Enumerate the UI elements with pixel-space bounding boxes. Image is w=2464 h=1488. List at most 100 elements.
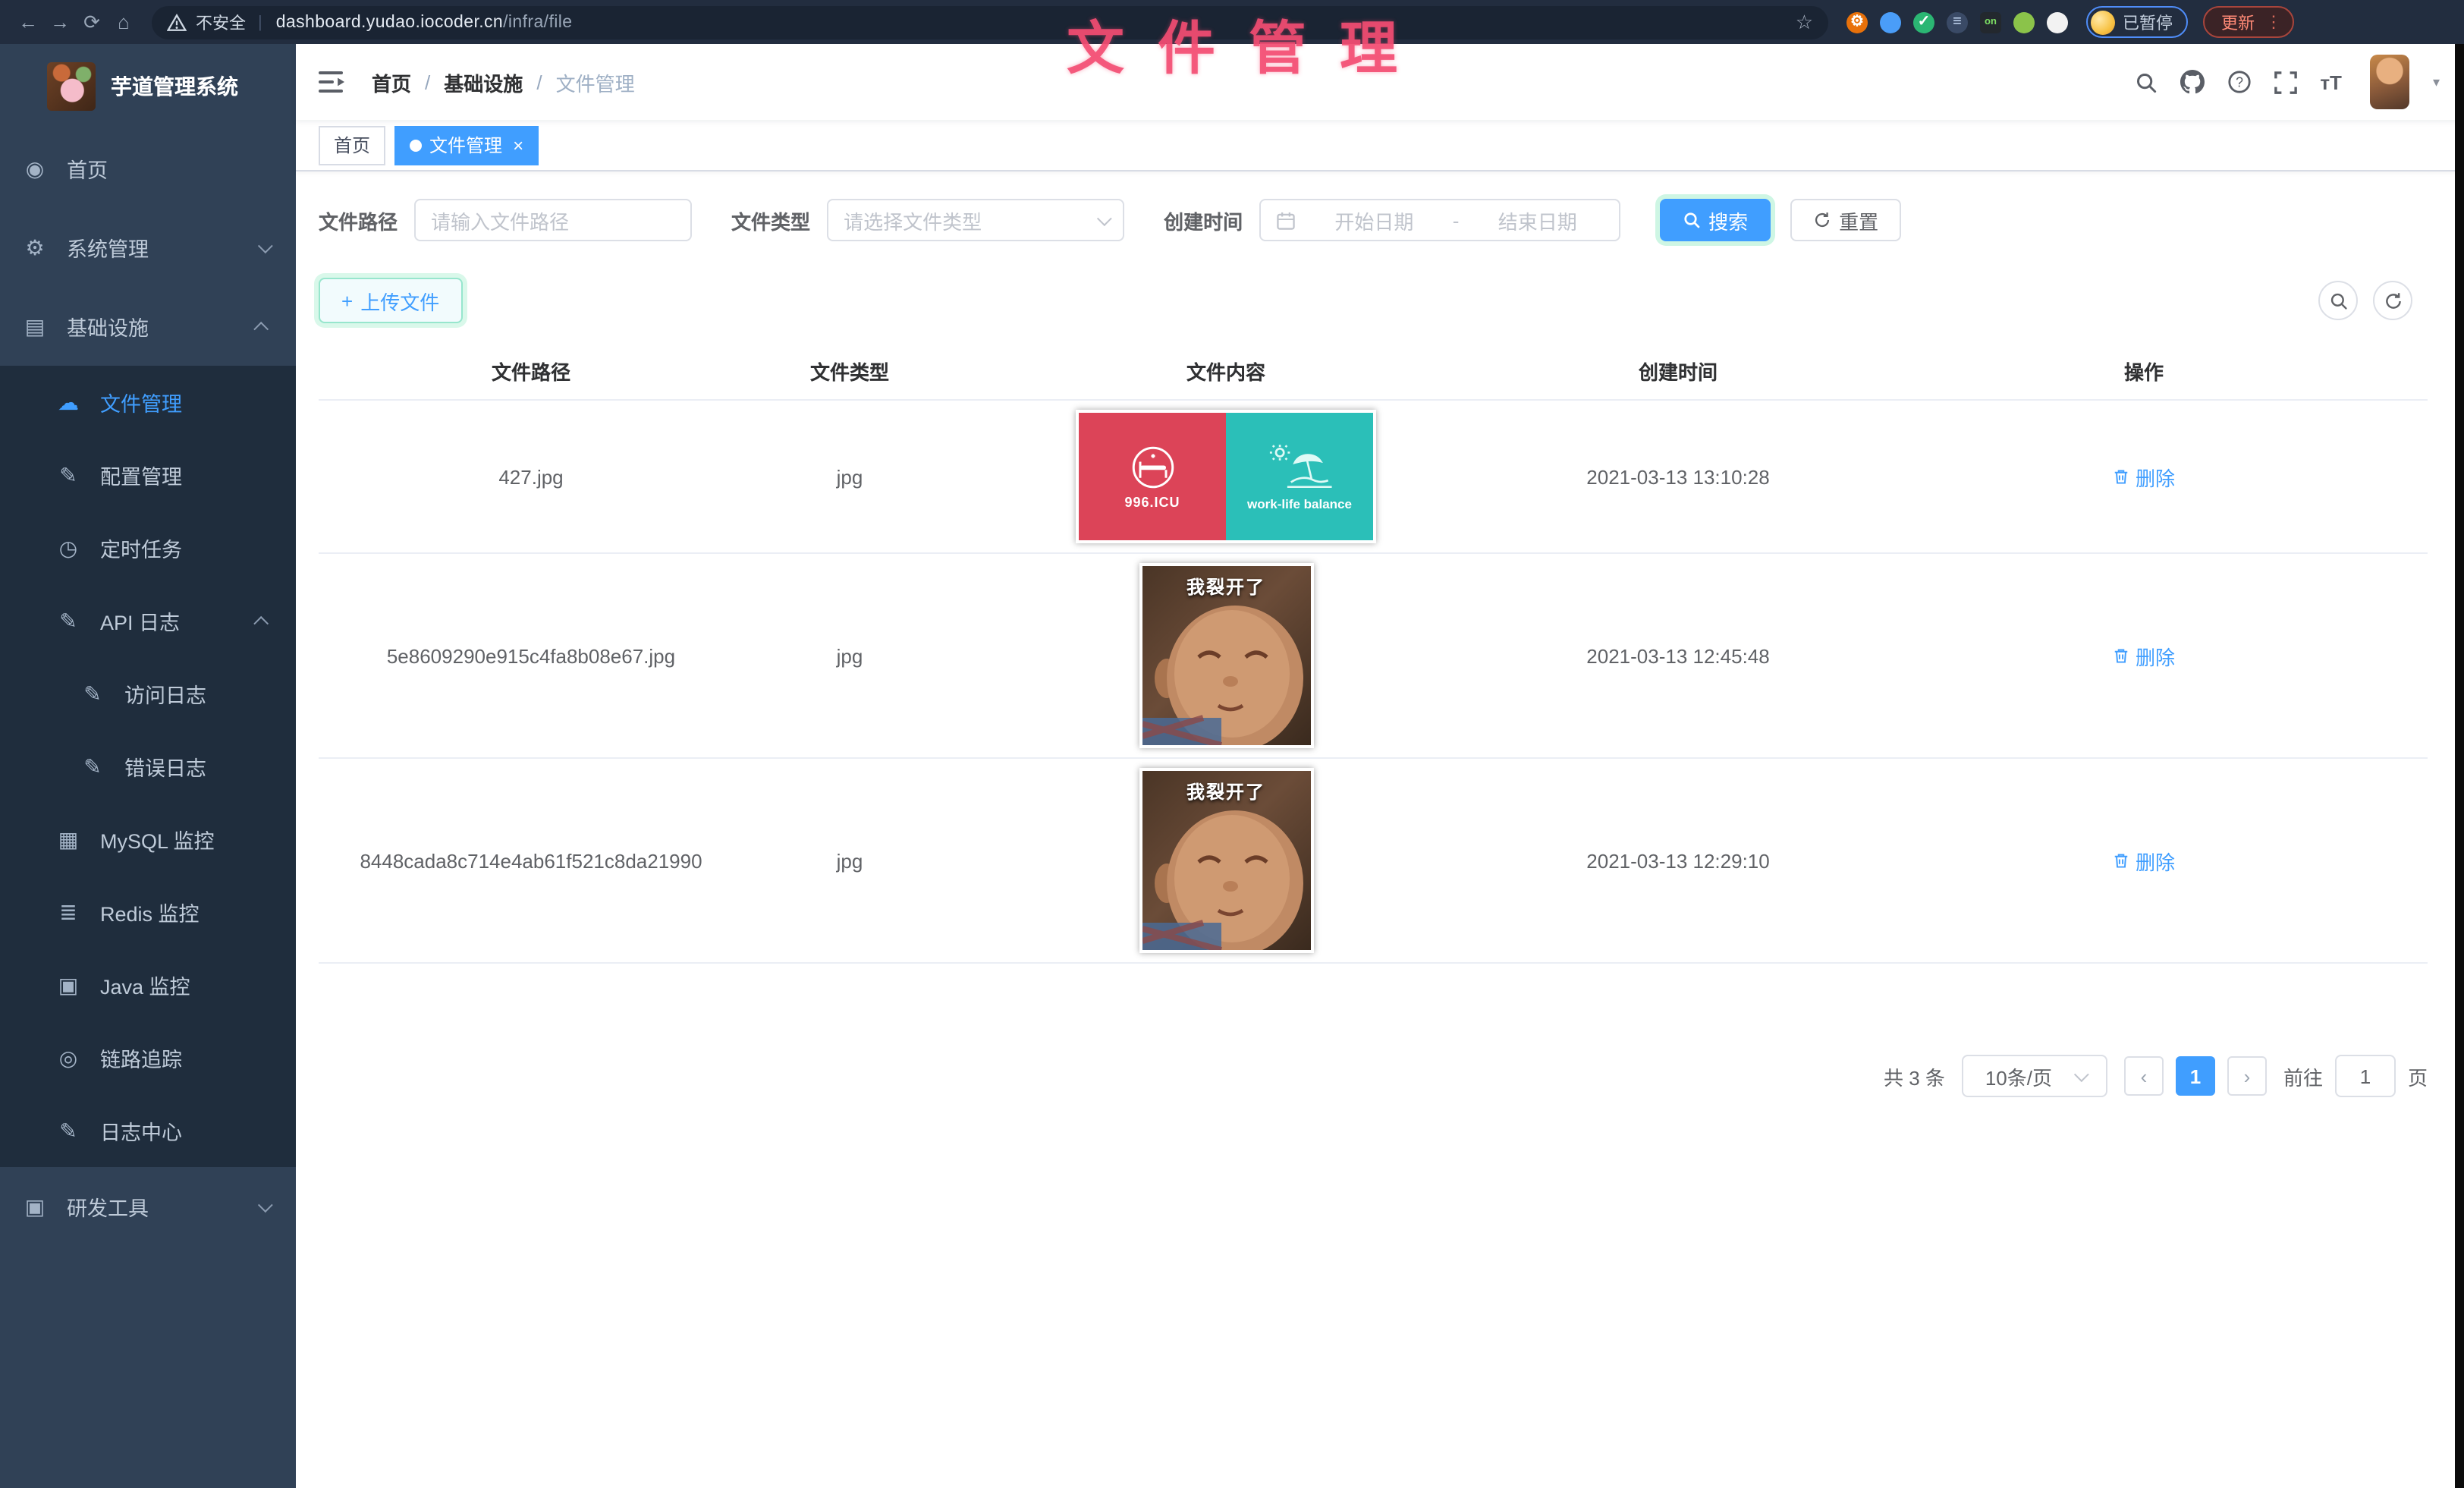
security-label[interactable]: 不安全: [196, 10, 246, 34]
file-path-input[interactable]: 请输入文件路径: [414, 199, 692, 241]
file-type-select[interactable]: 请选择文件类型: [827, 199, 1124, 241]
sidebar-logo-row[interactable]: 芋道管理系统: [0, 44, 296, 129]
goto-label: 前往: [2283, 1062, 2323, 1090]
hospital-bed-icon: [1130, 444, 1175, 489]
extension-on-switch-icon[interactable]: on: [1980, 11, 2001, 33]
database-icon: ▦: [55, 826, 82, 852]
start-date-placeholder: 开始日期: [1308, 206, 1441, 234]
app-title: 芋道管理系统: [111, 71, 238, 102]
sidebar-item-label: 文件管理: [100, 387, 182, 417]
app-logo: [47, 62, 96, 111]
file-content-cell: 996.ICU work-life balance: [956, 410, 1496, 543]
security-warning-icon: [167, 13, 187, 31]
log-edit-icon: ✎: [55, 608, 82, 634]
extension-columns-icon[interactable]: ≡: [1947, 11, 1968, 33]
file-preview-996-banner[interactable]: 996.ICU work-life balance: [1076, 410, 1376, 543]
reload-icon[interactable]: ⟳: [76, 0, 108, 44]
caret-down-icon[interactable]: ▾: [2433, 74, 2440, 90]
extension-drop-icon[interactable]: [1880, 11, 1901, 33]
url-text[interactable]: dashboard.yudao.iocoder.cn/infra/file: [276, 13, 573, 31]
help-icon[interactable]: ?: [2227, 70, 2252, 94]
breadcrumb-item[interactable]: 首页: [372, 68, 411, 96]
sidebar-item-api-log[interactable]: ✎API 日志: [0, 584, 296, 657]
sidebar-item-java[interactable]: ▣Java 监控: [0, 948, 296, 1021]
monitor-icon: ▤: [21, 313, 49, 339]
extensions-row: ⚙ ✓ ≡ on: [1846, 11, 2068, 33]
file-preview-baby-meme[interactable]: 我裂开了: [1139, 768, 1313, 953]
sidebar-menu: ◉ 首页 ⚙系统管理 ▤ 基础设施 ☁文件管理✎配置管理◷定时任务✎API 日志✎访问日志…: [0, 129, 296, 1246]
table-row: 427.jpgjpg996.ICUwork-life balance2021-0…: [319, 399, 2428, 552]
upload-file-button[interactable]: + 上传文件: [319, 278, 462, 323]
sidebar-item-home[interactable]: ◉ 首页: [0, 129, 296, 208]
created-time-cell: 2021-03-13 12:45:48: [1496, 644, 1860, 667]
reset-button[interactable]: 重置: [1790, 199, 1901, 241]
delete-button[interactable]: 删除: [2113, 462, 2175, 491]
sidebar-item-system[interactable]: ⚙系统管理: [0, 208, 296, 287]
refresh-table-button[interactable]: [2373, 281, 2412, 320]
extension-leaf-icon[interactable]: [2013, 11, 2035, 33]
sidebar-item-infra[interactable]: ▤ 基础设施: [0, 287, 296, 366]
page-size-select[interactable]: 10条/页: [1962, 1055, 2107, 1097]
show-search-toggle-button[interactable]: [2318, 281, 2358, 320]
tab-file-management[interactable]: 文件管理×: [394, 125, 539, 165]
bookmark-star-icon[interactable]: ☆: [1796, 10, 1813, 34]
forward-icon[interactable]: →: [44, 0, 76, 44]
page-1-button[interactable]: 1: [2176, 1056, 2215, 1096]
window-right-edge: [2455, 44, 2464, 1488]
table-body: 427.jpgjpg996.ICUwork-life balance2021-0…: [319, 399, 2428, 964]
github-icon[interactable]: [2180, 70, 2205, 94]
delete-button[interactable]: 删除: [2113, 846, 2175, 875]
browser-menu-dots-icon[interactable]: ⋮: [2265, 12, 2282, 32]
search-icon[interactable]: [2135, 71, 2158, 93]
dashboard-icon: ◉: [21, 156, 49, 181]
sidebar-item-label: 基础设施: [67, 311, 149, 341]
user-avatar[interactable]: [2371, 55, 2410, 109]
trash-icon: [2113, 467, 2131, 486]
address-bar[interactable]: 不安全 | dashboard.yudao.iocoder.cn/infra/f…: [152, 5, 1828, 39]
profile-paused-badge[interactable]: 已暂停: [2086, 6, 2188, 38]
sidebar-item-label: 首页: [67, 153, 108, 184]
prev-page-button[interactable]: ‹: [2124, 1056, 2164, 1096]
sidebar-item-mysql[interactable]: ▦MySQL 监控: [0, 803, 296, 876]
search-icon: [2328, 291, 2348, 310]
trash-icon: [2113, 646, 2131, 665]
sidebar-item-redis[interactable]: ≣Redis 监控: [0, 876, 296, 948]
extension-check-icon[interactable]: ✓: [1913, 11, 1934, 33]
sidebar-item-error-log[interactable]: ✎错误日志: [0, 730, 296, 803]
chevron-down-icon: [1097, 210, 1112, 225]
home-icon[interactable]: ⌂: [108, 0, 140, 44]
sidebar-item-trace[interactable]: ◎链路追踪: [0, 1021, 296, 1094]
search-button[interactable]: 搜索: [1660, 199, 1771, 241]
search-icon: [1683, 211, 1701, 229]
sidebar-item-job[interactable]: ◷定时任务: [0, 511, 296, 584]
file-content-cell: 我裂开了: [956, 563, 1496, 748]
refresh-icon: [1813, 211, 1831, 229]
file-preview-baby-meme[interactable]: 我裂开了: [1139, 563, 1313, 748]
tab-home[interactable]: 首页: [319, 125, 385, 165]
active-tab-dot: [410, 139, 422, 151]
sidebar-item-access-log[interactable]: ✎访问日志: [0, 657, 296, 730]
meme-caption: 我裂开了: [1142, 779, 1310, 804]
font-size-icon[interactable]: тT: [2320, 71, 2342, 93]
sidebar-item-dev-tools[interactable]: ▣研发工具: [0, 1167, 296, 1246]
next-page-button[interactable]: ›: [2227, 1056, 2267, 1096]
banner-right-panel: work-life balance: [1226, 413, 1373, 540]
goto-page-input[interactable]: 1: [2335, 1055, 2396, 1097]
fullscreen-icon[interactable]: [2274, 71, 2297, 93]
tab-label: 首页: [334, 132, 370, 158]
hamburger-icon[interactable]: [319, 70, 346, 94]
sidebar-item-config[interactable]: ✎配置管理: [0, 439, 296, 511]
file-type-cell: jpg: [743, 644, 956, 667]
breadcrumb-item[interactable]: 基础设施: [444, 68, 523, 96]
delete-button[interactable]: 删除: [2113, 641, 2175, 670]
update-button[interactable]: 更新 ⋮: [2203, 6, 2294, 38]
sidebar-item-file[interactable]: ☁文件管理: [0, 366, 296, 439]
chevron-down-icon: [258, 1197, 273, 1212]
extension-gear-icon[interactable]: ⚙: [1846, 11, 1868, 33]
extension-puzzle-icon[interactable]: [2047, 11, 2068, 33]
banner-left-text: 996.ICU: [1124, 494, 1180, 509]
close-icon[interactable]: ×: [513, 136, 523, 154]
sidebar-item-log-center[interactable]: ✎日志中心: [0, 1094, 296, 1167]
date-range-picker[interactable]: 开始日期 - 结束日期: [1259, 199, 1620, 241]
back-icon[interactable]: ←: [12, 0, 44, 44]
